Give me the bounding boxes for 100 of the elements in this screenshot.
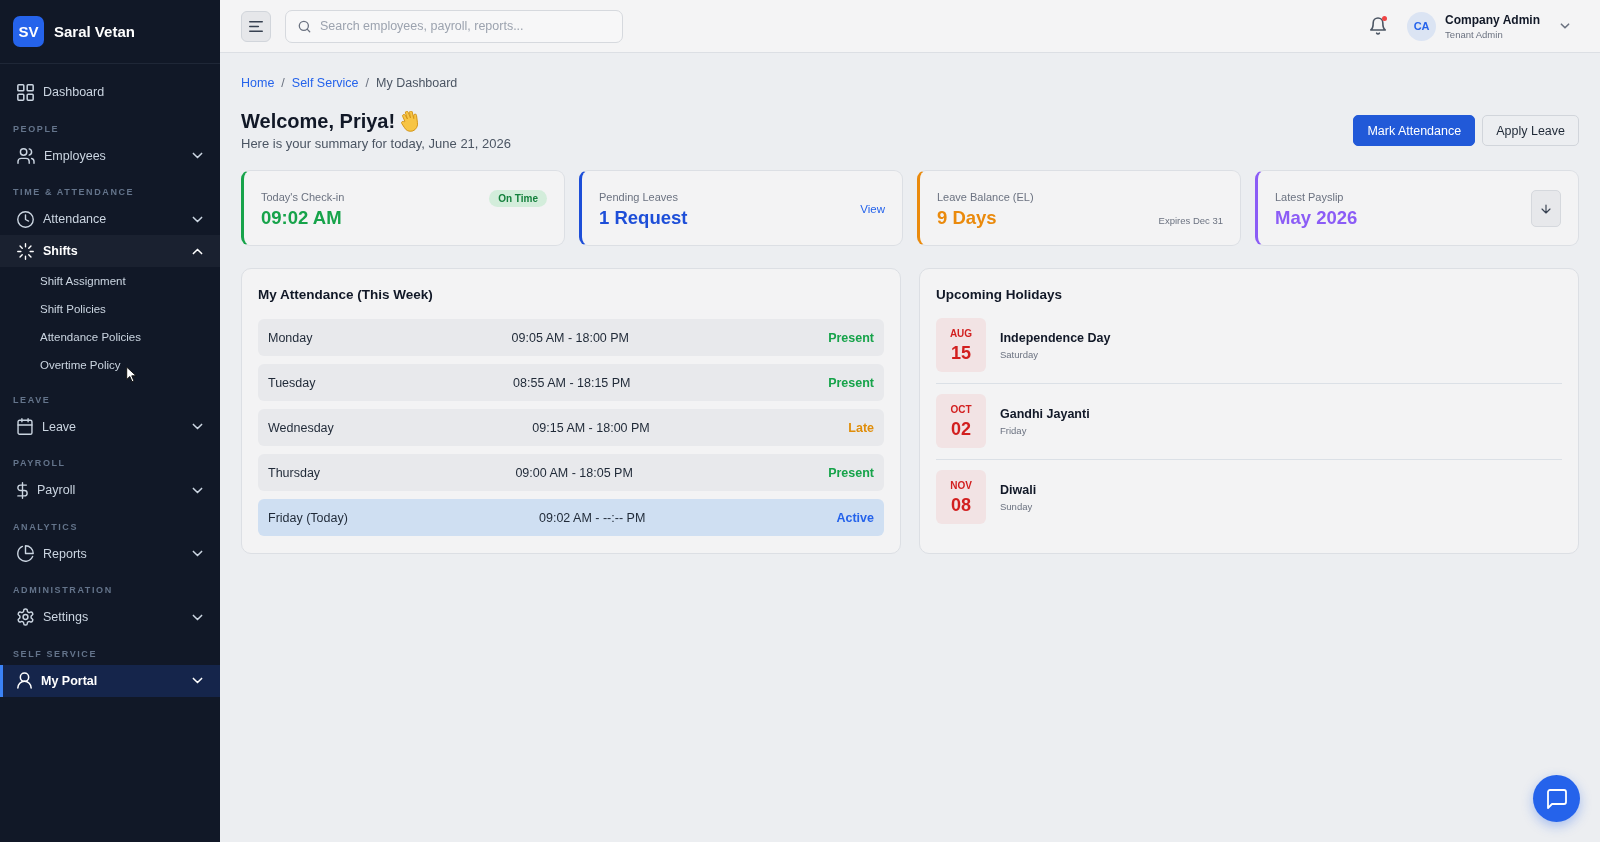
day-label: Friday (Today) bbox=[268, 510, 348, 525]
time-range: 09:15 AM - 18:00 PM bbox=[532, 420, 650, 435]
breadcrumb-separator: / bbox=[365, 76, 369, 91]
status-label: Present bbox=[828, 465, 874, 480]
submenu-item[interactable]: Shift Policies bbox=[0, 295, 220, 323]
section-heading: PAYROLL bbox=[12, 457, 67, 470]
breadcrumb-separator: / bbox=[281, 76, 285, 91]
date-day: 08 bbox=[951, 494, 971, 515]
search-icon bbox=[298, 19, 311, 33]
section-heading: LEAVE bbox=[12, 393, 52, 407]
breadcrumb-link[interactable]: Self Service bbox=[291, 76, 359, 91]
stat-label: Today's Check-in bbox=[261, 190, 345, 204]
user-role: Tenant Admin bbox=[1445, 28, 1504, 40]
bell-icon[interactable] bbox=[1370, 17, 1387, 35]
pie-chart-icon bbox=[17, 545, 34, 562]
panel-title: My Attendance (This Week) bbox=[258, 286, 434, 304]
calendar-icon bbox=[17, 418, 33, 435]
user-icon bbox=[17, 672, 32, 689]
submenu-item[interactable]: Overtime Policy bbox=[0, 351, 220, 379]
page-title: Welcome, Priya! bbox=[241, 109, 396, 133]
section-heading: ANALYTICS bbox=[12, 520, 80, 534]
user-avatar[interactable]: CA bbox=[1407, 11, 1437, 41]
chevron-down-icon bbox=[192, 423, 203, 430]
gear-icon bbox=[17, 608, 34, 626]
nav-item[interactable]: Reports bbox=[0, 537, 220, 570]
day-label: Tuesday bbox=[268, 375, 316, 390]
date-month: NOV bbox=[950, 479, 972, 492]
time-range: 09:02 AM - --:-- PM bbox=[539, 510, 646, 525]
primary-action-button[interactable]: Mark Attendance bbox=[1353, 115, 1476, 146]
chevron-down-icon bbox=[192, 613, 203, 621]
status-label: Late bbox=[848, 420, 874, 435]
stat-value: 09:02 AM bbox=[261, 207, 343, 229]
date-day: 02 bbox=[951, 418, 971, 439]
chevron-down-icon bbox=[192, 486, 203, 494]
chat-bubble-icon bbox=[1546, 788, 1567, 809]
expiry-note: Expires Dec 31 bbox=[1158, 215, 1223, 227]
status-badge: On Time bbox=[489, 190, 547, 207]
submenu-item[interactable]: Attendance Policies bbox=[0, 323, 220, 351]
time-range: 09:00 AM - 18:05 PM bbox=[515, 465, 633, 480]
nav-item[interactable]: Payroll bbox=[0, 474, 220, 506]
panel-title: Upcoming Holidays bbox=[936, 286, 1063, 304]
menu-button[interactable] bbox=[241, 10, 271, 42]
time-range: 08:55 AM - 18:15 PM bbox=[513, 375, 631, 390]
stat-value: 1 Request bbox=[599, 207, 688, 229]
chevron-down-icon bbox=[192, 152, 203, 159]
day-label: Monday bbox=[268, 330, 313, 345]
chevron-down-icon[interactable] bbox=[1560, 23, 1570, 29]
nav-item[interactable]: Employees bbox=[0, 139, 220, 172]
stat-label: Latest Payslip bbox=[1275, 190, 1345, 204]
stat-label: Leave Balance (EL) bbox=[937, 190, 1034, 204]
holiday-name: Gandhi Jayanti bbox=[1000, 406, 1090, 422]
submenu-item[interactable]: Shift Assignment bbox=[0, 267, 220, 295]
day-label: Thursday bbox=[268, 465, 321, 480]
holiday-name: Independence Day bbox=[1000, 330, 1111, 346]
search-field[interactable]: Search employees, payroll, reports... bbox=[285, 9, 623, 43]
dollar-icon bbox=[17, 481, 28, 499]
chevron-down-icon bbox=[192, 677, 203, 684]
nav-item[interactable]: Shifts bbox=[0, 235, 220, 267]
spinner-icon bbox=[17, 242, 34, 260]
status-label: Present bbox=[828, 375, 874, 390]
holiday-weekday: Saturday bbox=[1000, 348, 1040, 360]
date-month: OCT bbox=[950, 403, 972, 416]
stat-value: 9 Days bbox=[937, 207, 998, 229]
page-subtitle: Here is your summary for today, June 21, 2026 bbox=[241, 136, 511, 152]
menu-icon bbox=[249, 20, 263, 32]
status-label: Present bbox=[828, 330, 874, 345]
date-month: AUG bbox=[949, 327, 973, 340]
mouse-cursor-icon bbox=[126, 366, 137, 383]
section-heading: ADMINISTRATION bbox=[12, 584, 114, 597]
nav-item[interactable]: Settings bbox=[0, 601, 220, 633]
waving-hand-icon bbox=[401, 110, 419, 132]
brand-name: Saral Vetan bbox=[54, 23, 135, 40]
chevron-up-icon bbox=[192, 247, 203, 255]
section-heading: PEOPLE bbox=[12, 122, 61, 136]
nav-item[interactable]: Attendance bbox=[0, 203, 220, 235]
status-label: Active bbox=[836, 510, 874, 525]
date-day: 15 bbox=[951, 342, 971, 363]
nav-item[interactable]: Leave bbox=[0, 410, 220, 443]
user-name: Company Admin bbox=[1445, 12, 1540, 27]
section-heading: SELF SERVICE bbox=[12, 647, 99, 661]
nav-item[interactable]: Dashboard bbox=[0, 76, 220, 108]
time-range: 09:05 AM - 18:00 PM bbox=[511, 330, 630, 345]
clock-icon bbox=[17, 210, 34, 228]
day-label: Wednesday bbox=[268, 420, 334, 435]
holiday-name: Diwali bbox=[1000, 482, 1037, 498]
section-heading: TIME & ATTENDANCE bbox=[12, 186, 136, 199]
view-link[interactable]: View bbox=[860, 202, 885, 215]
arrow-down-icon bbox=[1542, 203, 1550, 214]
chat-button[interactable] bbox=[1533, 775, 1580, 822]
grid-icon bbox=[17, 83, 34, 101]
breadcrumb-current: My Dashboard bbox=[376, 76, 458, 91]
app-logo: SV bbox=[13, 16, 44, 47]
stat-label: Pending Leaves bbox=[599, 190, 679, 204]
chevron-down-icon bbox=[192, 550, 203, 557]
nav-item[interactable]: My Portal bbox=[0, 664, 220, 697]
users-icon bbox=[17, 147, 35, 164]
holiday-weekday: Friday bbox=[1000, 424, 1028, 436]
breadcrumb-link[interactable]: Home bbox=[241, 76, 275, 91]
secondary-action-button[interactable]: Apply Leave bbox=[1482, 115, 1579, 146]
chevron-down-icon bbox=[192, 215, 203, 223]
